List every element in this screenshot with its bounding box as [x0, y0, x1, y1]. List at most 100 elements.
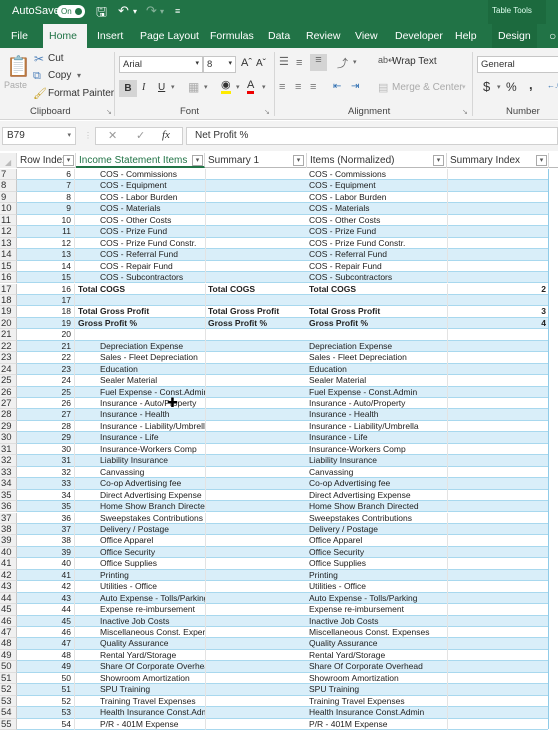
row-number[interactable]: 41 — [0, 558, 17, 570]
row-number[interactable]: 11 — [0, 214, 17, 227]
cell-row-index[interactable]: 43 — [17, 592, 75, 605]
cell-summary-index[interactable] — [447, 581, 548, 593]
row-number[interactable]: 28 — [0, 409, 17, 421]
cell-items-normalized[interactable]: Health Insurance Const.Admin — [307, 707, 447, 718]
cell-summary-index[interactable] — [447, 260, 548, 273]
row-number[interactable]: 26 — [0, 386, 17, 398]
cell-income-statement-item[interactable]: Total COGS — [76, 284, 205, 295]
borders-dropdown-icon[interactable]: ▾ — [204, 83, 208, 91]
cell-items-normalized[interactable]: Miscellaneous Const. Expenses — [307, 627, 447, 638]
italic-button[interactable]: I — [142, 82, 145, 93]
name-box[interactable]: B79 ▾ — [2, 127, 76, 145]
filter-dropdown-icon[interactable]: ▾ — [433, 155, 444, 166]
row-number[interactable]: 36 — [0, 501, 17, 513]
cell-items-normalized[interactable]: Insurance - Liability/Umbrella — [307, 421, 447, 432]
cell-summary-index[interactable] — [447, 466, 548, 479]
cell-summary-1[interactable] — [205, 546, 306, 559]
orientation-icon[interactable]: ⤴ — [337, 55, 348, 71]
cell-row-index[interactable]: 25 — [17, 386, 75, 398]
tab-data[interactable]: Data — [262, 24, 296, 48]
cell-items-normalized[interactable]: Delivery / Postage — [307, 524, 447, 535]
tell-me-icon[interactable]: ○ — [543, 24, 558, 48]
align-left-icon[interactable]: ≡ — [279, 81, 285, 93]
paste-button[interactable]: Paste — [4, 80, 27, 90]
number-format-select[interactable]: General — [477, 56, 558, 73]
cell-row-index[interactable]: 24 — [17, 375, 75, 387]
column-header-items-normalized[interactable]: Items (Normalized) — [307, 153, 447, 168]
cell-row-index[interactable]: 39 — [17, 546, 75, 559]
cell-items-normalized[interactable]: Canvassing — [307, 467, 447, 478]
cell-items-normalized[interactable]: Insurance - Health — [307, 409, 447, 420]
enter-icon[interactable]: ✓ — [136, 129, 145, 142]
cell-income-statement-item[interactable]: Co-op Advertising fee — [76, 478, 205, 489]
cell-summary-1[interactable] — [205, 340, 306, 353]
cell-income-statement-item[interactable] — [76, 329, 205, 340]
cell-row-index[interactable]: 28 — [17, 420, 75, 433]
row-number[interactable]: 20 — [0, 317, 17, 330]
merge-dropdown-icon[interactable]: ▾ — [462, 83, 466, 91]
undo-dropdown-icon[interactable]: ▾ — [133, 7, 137, 16]
cell-summary-index[interactable]: 4 — [447, 317, 548, 330]
cell-summary-index[interactable] — [447, 398, 548, 410]
row-number[interactable]: 15 — [0, 260, 17, 273]
row-number[interactable]: 49 — [0, 649, 17, 662]
cell-items-normalized[interactable]: Direct Advertising Expense — [307, 490, 447, 501]
cell-items-normalized[interactable]: Total COGS — [307, 284, 447, 295]
cell-items-normalized[interactable]: Home Show Branch Directed — [307, 501, 447, 512]
column-header-summary-index[interactable]: Summary Index — [447, 153, 549, 168]
cell-summary-1[interactable] — [205, 466, 306, 479]
cell-row-index[interactable]: 10 — [17, 214, 75, 227]
cell-summary-index[interactable] — [447, 443, 548, 456]
filter-dropdown-icon[interactable]: ▾ — [536, 155, 547, 166]
cell-row-index[interactable]: 37 — [17, 523, 75, 536]
cell-items-normalized[interactable]: Sales - Fleet Depreciation — [307, 352, 447, 363]
cell-summary-index[interactable] — [447, 169, 548, 181]
cell-income-statement-item[interactable]: COS - Subcontractors — [76, 272, 205, 283]
cell-summary-index[interactable] — [447, 661, 548, 673]
row-number[interactable]: 46 — [0, 615, 17, 627]
cell-items-normalized[interactable]: Rental Yard/Storage — [307, 650, 447, 661]
cell-row-index[interactable]: 23 — [17, 363, 75, 376]
cell-items-normalized[interactable]: Total Gross Profit — [307, 306, 447, 317]
cell-summary-index[interactable] — [447, 329, 548, 341]
align-bottom-icon[interactable]: ≡ — [310, 54, 327, 71]
cell-items-normalized[interactable] — [307, 329, 447, 340]
row-number[interactable]: 47 — [0, 627, 17, 639]
copy-dropdown-icon[interactable]: ▾ — [77, 71, 81, 80]
redo-icon[interactable]: ↷ — [146, 3, 157, 19]
cell-row-index[interactable]: 19 — [17, 317, 75, 330]
cell-summary-1[interactable] — [205, 443, 306, 456]
cell-income-statement-item[interactable]: Sealer Material — [76, 375, 205, 386]
cell-row-index[interactable]: 30 — [17, 443, 75, 456]
cell-income-statement-item[interactable]: Office Security — [76, 547, 205, 558]
tab-developer[interactable]: Developer — [389, 24, 449, 48]
cell-income-statement-item[interactable]: Share Of Corporate Overhead — [76, 661, 205, 672]
cell-summary-1[interactable] — [205, 420, 306, 433]
cell-items-normalized[interactable]: COS - Referral Fund — [307, 249, 447, 260]
percent-button[interactable]: % — [506, 80, 517, 94]
row-number[interactable]: 43 — [0, 581, 17, 593]
tab-help[interactable]: Help — [449, 24, 483, 48]
cell-summary-index[interactable] — [447, 226, 548, 238]
fill-color-icon[interactable]: ◉ — [221, 79, 231, 94]
cell-row-index[interactable]: 31 — [17, 455, 75, 467]
cell-summary-1[interactable] — [205, 512, 306, 524]
cell-row-index[interactable]: 14 — [17, 260, 75, 273]
alignment-launcher-icon[interactable]: ↘ — [462, 108, 468, 116]
cell-row-index[interactable]: 22 — [17, 352, 75, 364]
cell-summary-1[interactable] — [205, 237, 306, 250]
row-number[interactable]: 25 — [0, 375, 17, 387]
row-number[interactable]: 40 — [0, 546, 17, 559]
tab-insert[interactable]: Insert — [91, 24, 129, 48]
cell-summary-1[interactable] — [205, 695, 306, 708]
cell-summary-index[interactable] — [447, 615, 548, 627]
row-number[interactable]: 13 — [0, 237, 17, 250]
row-number[interactable]: 30 — [0, 432, 17, 444]
row-number[interactable]: 42 — [0, 569, 17, 582]
cell-summary-1[interactable] — [205, 294, 306, 307]
cell-summary-1[interactable] — [205, 569, 306, 582]
cell-summary-index[interactable] — [447, 455, 548, 467]
cell-summary-1[interactable] — [205, 718, 306, 730]
cell-income-statement-item[interactable]: Office Apparel — [76, 535, 205, 546]
tab-review[interactable]: Review — [300, 24, 346, 48]
